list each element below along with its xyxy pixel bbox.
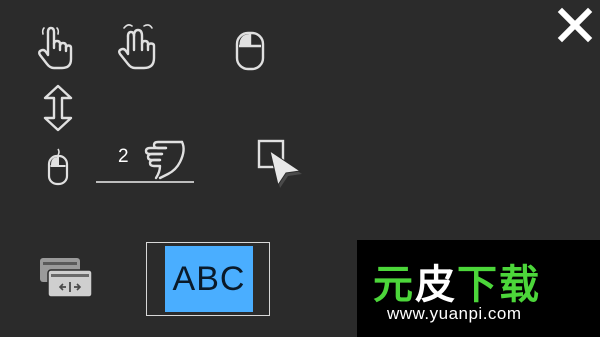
two-finger-icon: [118, 24, 156, 70]
watermark: 元皮下载 www.yuanpi.com: [357, 240, 600, 337]
close-icon: [557, 7, 593, 43]
finger-tap-icon: [38, 26, 73, 70]
mouse-button[interactable]: [234, 30, 266, 72]
swipe-underline: [96, 181, 194, 183]
watermark-brand-part2: 皮: [415, 262, 457, 308]
keyboard-button[interactable]: ABC: [165, 246, 253, 312]
swipe-hand-icon: [144, 140, 185, 180]
watermark-brand-part3: 下载: [457, 262, 541, 308]
screens-button[interactable]: [38, 256, 92, 298]
swipe-finger-count: 2: [118, 146, 129, 167]
close-button[interactable]: [556, 6, 594, 44]
watermark-brand-part1: 元: [373, 262, 415, 308]
pointer-cursor-icon: [257, 139, 302, 188]
watermark-brand: 元皮下载: [373, 252, 541, 310]
watermark-url: www.yuanpi.com: [387, 304, 522, 323]
pointer-button[interactable]: [256, 138, 304, 190]
small-mouse-button[interactable]: [46, 148, 70, 186]
two-finger-button[interactable]: [116, 22, 164, 72]
two-finger-swipe-button[interactable]: 2: [96, 138, 196, 186]
small-mouse-icon: [47, 148, 69, 186]
keyboard-label: ABC: [172, 259, 246, 298]
mouse-icon: [235, 31, 265, 71]
screens-icon: [40, 258, 92, 298]
finger-tap-button[interactable]: [36, 26, 76, 72]
keyboard-panel[interactable]: ABC: [146, 242, 270, 316]
scroll-button[interactable]: [42, 84, 74, 132]
up-down-arrow-icon: [43, 84, 73, 132]
